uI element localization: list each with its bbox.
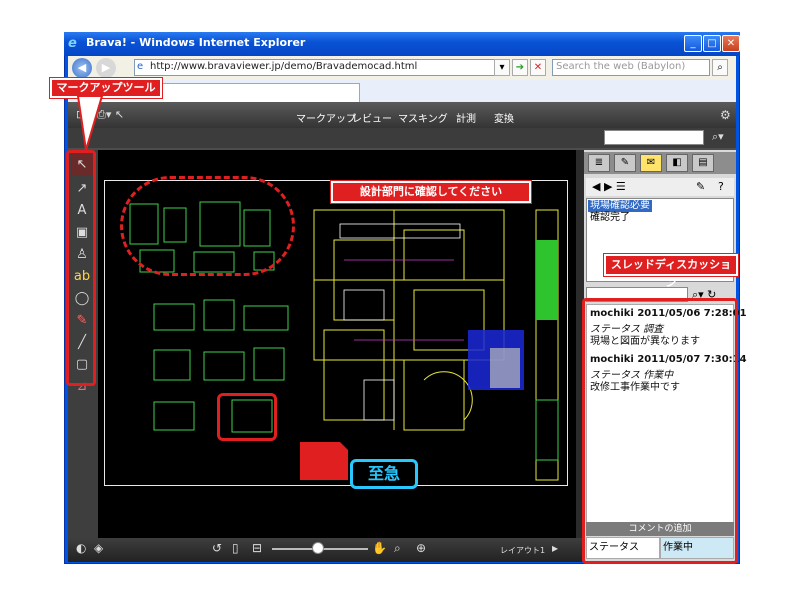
menu-measure[interactable]: 計測 — [456, 110, 476, 125]
close-button[interactable]: ✕ — [722, 35, 740, 52]
address-dropdown-button[interactable]: ▾ — [494, 59, 510, 76]
contrast-icon[interactable]: ◐ — [76, 541, 86, 555]
zoom-window-icon[interactable]: ⌕ — [394, 541, 401, 556]
menu-review[interactable]: レビュー — [352, 110, 392, 125]
callout-check-design[interactable]: 設計部門に確認してください — [331, 181, 531, 203]
prev-icon[interactable]: ◀ ▶ ☰ — [592, 180, 626, 193]
menu-masking[interactable]: マスキング — [398, 110, 448, 125]
window-title: Brava! - Windows Internet Explorer — [86, 36, 306, 49]
callout-thread-discussion: スレッドディスカッション — [604, 254, 738, 289]
markup-cloud[interactable] — [120, 176, 295, 276]
forward-button[interactable]: ▶ — [96, 58, 116, 78]
pan-icon[interactable]: ✋ — [372, 541, 387, 555]
search-placeholder: Search the web (Babylon) — [556, 61, 686, 72]
tab-compare-icon[interactable]: ◧ — [666, 154, 688, 172]
page-icon: e — [137, 61, 144, 72]
back-button[interactable]: ◀ — [72, 58, 92, 78]
callout-pointer-markup — [76, 96, 104, 150]
zoom-search-icon[interactable]: ⌕▾ — [712, 130, 724, 144]
edit-icon[interactable]: ✎ — [696, 180, 705, 193]
help-circle-icon[interactable]: ? — [718, 180, 724, 193]
layers-icon[interactable]: ◈ — [94, 541, 103, 555]
tab-layers-icon[interactable]: ≣ — [588, 154, 610, 172]
status-item-need-check[interactable]: 現場確認必要 — [588, 200, 652, 212]
status-item-confirmed[interactable]: 確認完了 — [588, 212, 632, 224]
address-text: http://www.bravaviewer.jp/demo/Bravademo… — [150, 61, 418, 72]
stop-button[interactable]: ✕ — [530, 59, 546, 76]
menu-convert[interactable]: 変換 — [494, 110, 514, 125]
ie-logo-icon: e — [68, 36, 77, 51]
highlight-elevation-box[interactable] — [217, 393, 277, 441]
rotate-icon[interactable]: ↺ — [212, 541, 222, 555]
markup-tools-highlight — [66, 150, 96, 386]
layout-selector[interactable]: レイアウト1 — [500, 545, 545, 556]
thread-highlight — [582, 298, 738, 564]
urgent-stamp[interactable]: 至急 — [350, 459, 418, 489]
fit-icon[interactable]: ⊟ — [252, 541, 262, 555]
tab-markup-icon[interactable]: ✎ — [614, 154, 636, 172]
help-icon[interactable]: ⚙ — [720, 108, 731, 122]
zoom-slider-handle[interactable] — [312, 542, 324, 554]
tab-list-icon[interactable]: ▤ — [692, 154, 714, 172]
maximize-button[interactable]: □ — [703, 35, 721, 52]
go-button[interactable]: ➔ — [512, 59, 528, 76]
layout-nav-icon[interactable]: ▸ — [552, 541, 558, 555]
callout-markup-tools: マークアップツール — [50, 78, 162, 98]
menu-markup[interactable]: マークアップ — [296, 110, 356, 125]
view-combo[interactable] — [604, 130, 704, 145]
page-icon[interactable]: ▯ — [232, 541, 239, 555]
tab-notes-icon[interactable]: ✉ — [640, 154, 662, 172]
zoom-icon[interactable]: ⊕ — [416, 541, 426, 555]
minimize-button[interactable]: _ — [684, 35, 702, 52]
search-icon[interactable]: ⌕ — [712, 59, 728, 76]
